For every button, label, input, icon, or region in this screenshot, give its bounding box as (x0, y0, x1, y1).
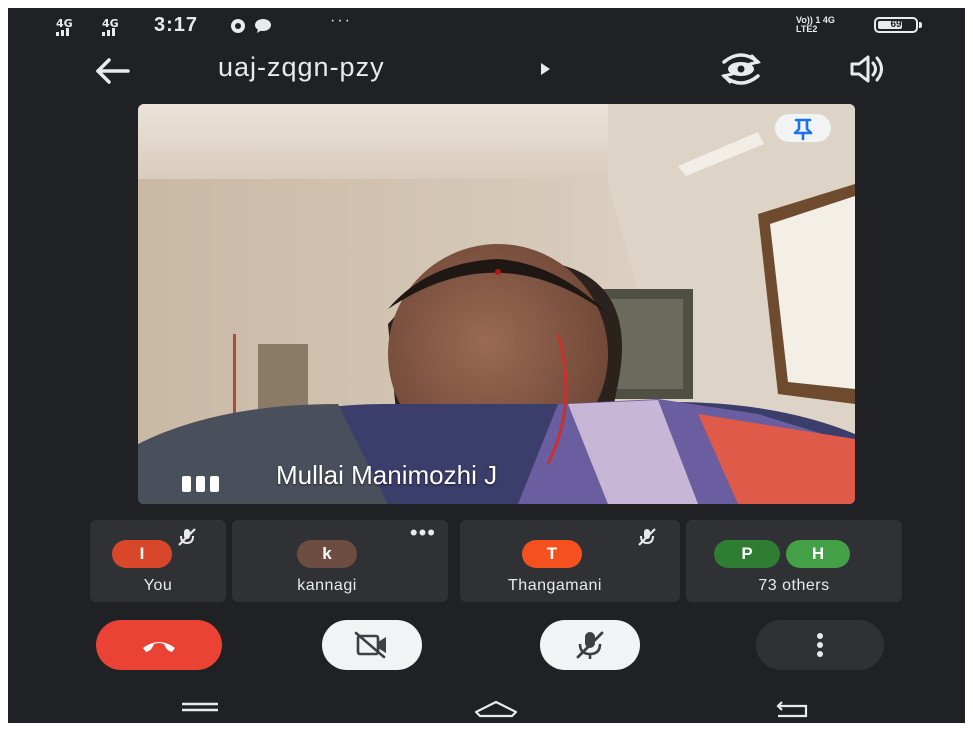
participant-tile-kannagi[interactable]: ••• k kannagi (232, 520, 448, 602)
battery-percent: 69 (890, 19, 902, 30)
participant-tile-others[interactable]: P H 73 others (686, 520, 902, 602)
meet-call-screen: 4G 4G 3:17 ··· Vo)) 1 4G LTE2 69 uaj-zqg… (8, 8, 965, 723)
mic-toggle-button[interactable] (540, 620, 640, 670)
participant-label: You (143, 577, 173, 594)
status-more-indicator: ··· (330, 12, 352, 29)
camera-off-icon (354, 631, 386, 659)
participant-tile-thangamani[interactable]: T Thangamani (460, 520, 680, 602)
end-call-button[interactable] (96, 620, 222, 670)
mic-off-icon (638, 528, 656, 546)
camera-toggle-button[interactable] (322, 620, 422, 670)
status-time: 3:17 (154, 14, 199, 36)
main-participant-name: Mullai Manimozhi J (276, 460, 498, 490)
lte-indicator: LTE2 (796, 24, 818, 34)
pin-icon (793, 118, 813, 141)
menu-icon[interactable] (176, 696, 224, 720)
avatar: k (297, 540, 357, 568)
status-right-indicators: Vo)) 1 4G LTE2 (796, 16, 835, 34)
avatar-initial: H (811, 544, 825, 563)
avatar-p: P (714, 540, 780, 568)
play-arrow-icon[interactable] (541, 63, 550, 75)
switch-camera-icon[interactable] (716, 50, 766, 88)
pin-button[interactable] (775, 114, 831, 142)
video-frame (138, 104, 855, 504)
avatar-h: H (786, 540, 850, 568)
signal-icon-1 (56, 28, 69, 36)
audio-level-icon (180, 474, 230, 494)
status-bar: 4G 4G 3:17 ··· Vo)) 1 4G LTE2 69 (8, 8, 965, 42)
participant-tile-you[interactable]: I You (90, 520, 226, 602)
mic-off-icon (576, 631, 604, 659)
back-icon[interactable] (768, 696, 816, 720)
avatar-initial: k (322, 544, 332, 563)
more-options-icon[interactable]: ••• (410, 522, 436, 544)
back-arrow-icon[interactable] (92, 54, 136, 88)
main-video-feed[interactable]: Mullai Manimozhi J (138, 104, 855, 504)
avatar-initial: T (546, 544, 558, 563)
signal-icon-2 (102, 28, 115, 36)
battery-tip (919, 22, 922, 28)
end-call-icon (143, 642, 175, 652)
notification-app-icon (231, 19, 245, 33)
chat-notification-icon (255, 19, 271, 33)
avatar: T (522, 540, 582, 568)
more-vert-icon (817, 633, 823, 657)
home-icon[interactable] (468, 696, 524, 720)
participant-label: 73 others (758, 577, 830, 594)
avatar-initial: P (741, 544, 753, 563)
mic-off-icon (178, 528, 196, 546)
avatar: I (112, 540, 172, 568)
participant-label: kannagi (297, 577, 357, 594)
participant-label: Thangamani (508, 577, 602, 594)
more-options-button[interactable] (756, 620, 884, 670)
speaker-icon[interactable] (848, 52, 888, 86)
battery-icon: 69 (874, 17, 918, 33)
avatar-initial: I (139, 544, 145, 563)
meeting-code[interactable]: uaj-zqgn-pzy (218, 52, 385, 83)
